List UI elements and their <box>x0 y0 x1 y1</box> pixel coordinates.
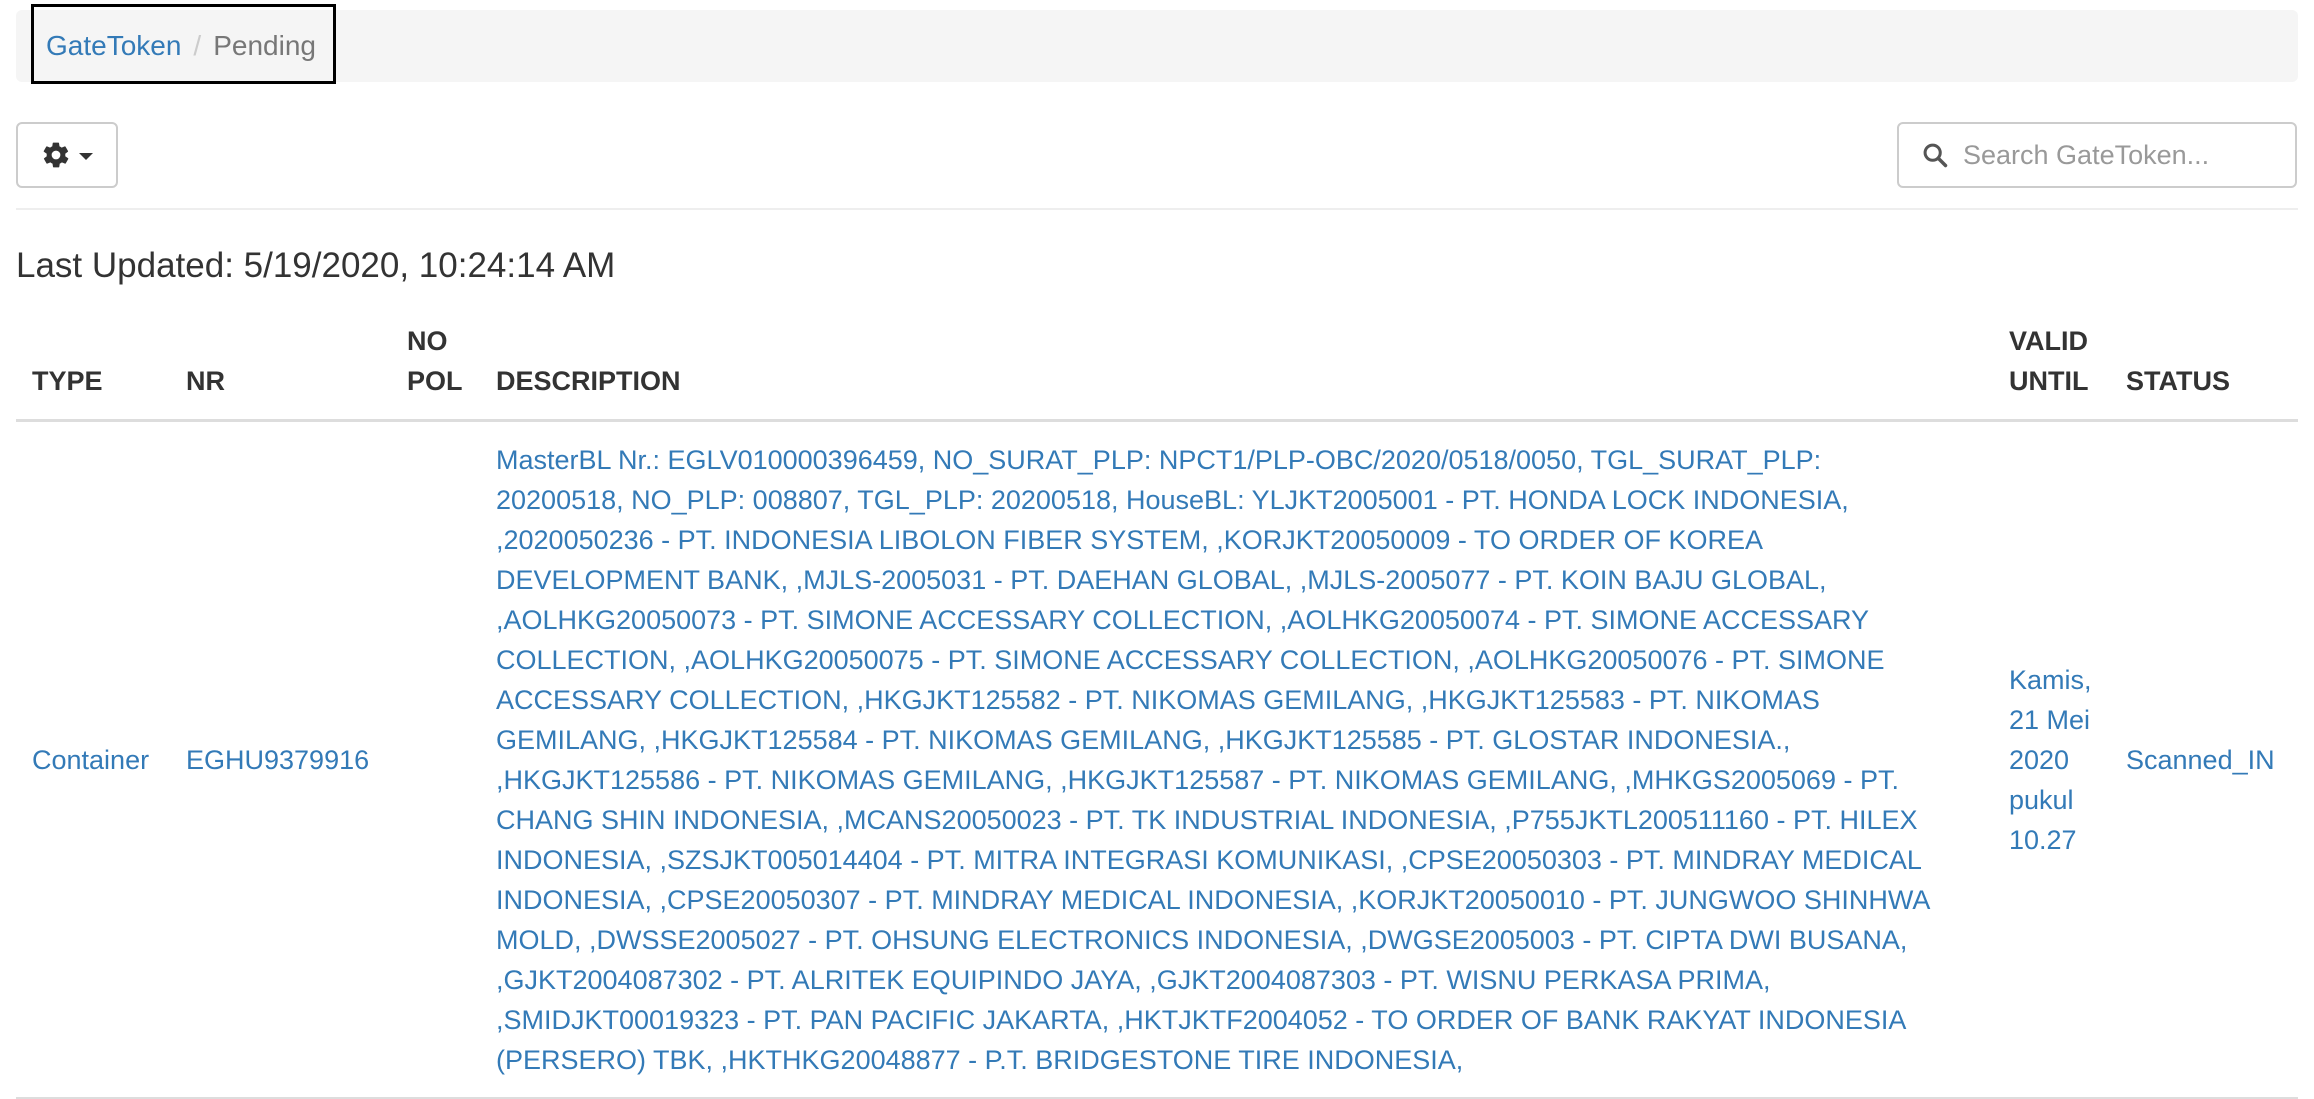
breadcrumb-current-pending: Pending <box>213 30 316 61</box>
description-line: INDONESIA, ,CPSE20050307 - PT. MINDRAY M… <box>496 885 1931 915</box>
search-box <box>1897 122 2297 188</box>
breadcrumb-separator: / <box>193 30 202 61</box>
column-header-status[interactable]: STATUS <box>2126 361 2230 401</box>
description-line: ACCESSARY COLLECTION, ,HKGJKT125582 - PT… <box>496 685 1820 715</box>
description-line: COLLECTION, ,AOLHKG20050075 - PT. SIMONE… <box>496 645 1885 675</box>
description-line: ,AOLHKG20050073 - PT. SIMONE ACCESSARY C… <box>496 605 1870 635</box>
valid-until-line: Kamis, <box>2009 665 2092 695</box>
column-header-valid-until[interactable]: VALID UNTIL <box>2009 321 2088 401</box>
valid-until-line: 2020 <box>2009 745 2070 775</box>
description-line: GEMILANG, ,HKGJKT125584 - PT. NIKOMAS GE… <box>496 725 1791 755</box>
column-header-type[interactable]: TYPE <box>32 361 103 401</box>
gatetoken-pending-page: GateToken / Pending Last Updated: 5/19/2… <box>0 0 2314 1099</box>
last-updated-text: Last Updated: 5/19/2020, 10:24:14 AM <box>16 246 616 285</box>
column-header-nr[interactable]: NR <box>186 361 225 401</box>
valid-until-line: 21 Mei <box>2009 705 2091 735</box>
description-line: ,HKGJKT125586 - PT. NIKOMAS GEMILANG, ,H… <box>496 765 1899 795</box>
description-line: CHANG SHIN INDONESIA, ,MCANS20050023 - P… <box>496 805 1918 835</box>
breadcrumb-link-gatetoken[interactable]: GateToken <box>46 30 181 62</box>
description-line: 20200518, NO_PLP: 008807, TGL_PLP: 20200… <box>496 485 1849 515</box>
description-line: DEVELOPMENT BANK, ,MJLS-2005031 - PT. DA… <box>496 565 1827 595</box>
cell-status-link[interactable]: Scanned_IN <box>2126 740 2275 780</box>
description-line: (PERSERO) TBK, ,HKTHKG20048877 - P.T. BR… <box>496 1045 1464 1075</box>
description-line: INDONESIA, ,SZSJKT005014404 - PT. MITRA … <box>496 845 1922 875</box>
valid-until-line: 10.27 <box>2009 825 2077 855</box>
description-line: ,2020050236 - PT. INDONESIA LIBOLON FIBE… <box>496 525 1763 555</box>
column-header-no-pol-line1: NO <box>407 326 448 356</box>
cell-description-link[interactable]: MasterBL Nr.: EGLV010000396459, NO_SURAT… <box>496 440 1996 1080</box>
search-input[interactable] <box>1961 138 2265 172</box>
breadcrumb-items: GateToken / Pending <box>46 10 316 82</box>
caret-down-icon <box>79 152 93 160</box>
cell-type-link[interactable]: Container <box>32 740 149 780</box>
description-line: ,SMIDJKT00019323 - PT. PAN PACIFIC JAKAR… <box>496 1005 1907 1035</box>
description-line: ,GJKT2004087302 - PT. ALRITEK EQUIPINDO … <box>496 965 1771 995</box>
search-icon <box>1921 141 1949 169</box>
column-header-description[interactable]: DESCRIPTION <box>496 361 681 401</box>
column-header-no-pol-line2: POL <box>407 366 463 396</box>
description-line: MasterBL Nr.: EGLV010000396459, NO_SURAT… <box>496 445 1822 475</box>
settings-dropdown-button[interactable] <box>16 122 118 188</box>
cell-valid-until-link[interactable]: Kamis, 21 Mei 2020 pukul 10.27 <box>2009 660 2092 860</box>
gear-icon <box>41 140 71 170</box>
column-header-valid-line2: UNTIL <box>2009 366 2089 396</box>
column-header-no-pol[interactable]: NO POL <box>407 321 463 401</box>
cell-nr-link[interactable]: EGHU9379916 <box>186 740 369 780</box>
breadcrumb <box>16 10 2298 82</box>
column-header-valid-line1: VALID <box>2009 326 2088 356</box>
table-header: TYPE NR NO POL DESCRIPTION VALID UNTIL S… <box>16 318 2298 422</box>
table-row[interactable]: Container EGHU9379916 MasterBL Nr.: EGLV… <box>16 422 2298 1099</box>
valid-until-line: pukul <box>2009 785 2074 815</box>
divider <box>16 208 2298 210</box>
description-line: MOLD, ,DWSSE2005027 - PT. OHSUNG ELECTRO… <box>496 925 1908 955</box>
